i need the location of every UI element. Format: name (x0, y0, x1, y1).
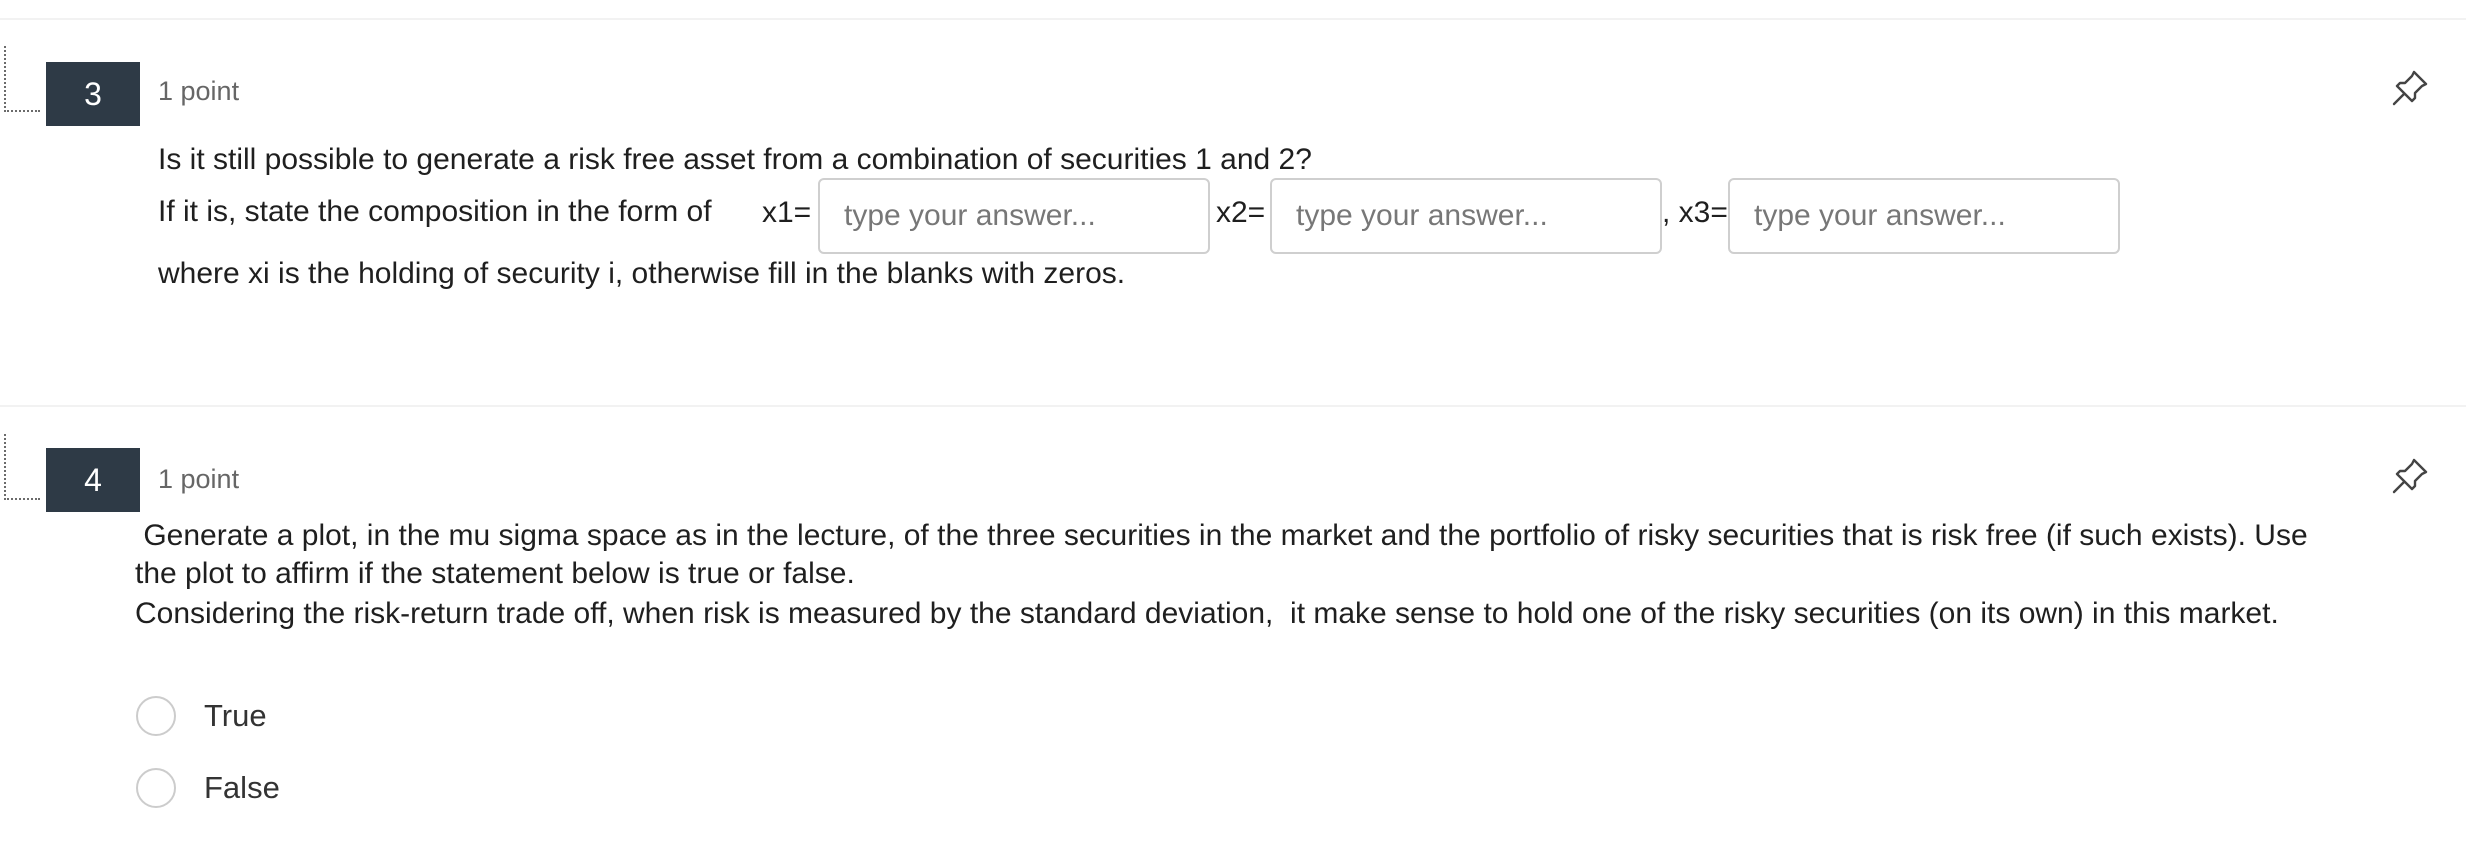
question-4-prompt-line-2: the plot to affirm if the statement belo… (135, 557, 855, 590)
x3-label: , x3= (1662, 196, 1728, 229)
x3-answer-input[interactable] (1728, 178, 2120, 254)
question-4-prompt-line-1: Generate a plot, in the mu sigma space a… (135, 519, 2308, 552)
question-3-prompt-line-2: If it is, state the composition in the f… (158, 195, 712, 228)
question-3-prompt-line-3: where xi is the holding of security i, o… (158, 257, 1126, 290)
pin-icon[interactable] (2388, 66, 2432, 110)
question-points: 1 point (158, 76, 240, 106)
x2-answer-input[interactable] (1270, 178, 1662, 254)
question-divider (0, 405, 2466, 407)
question-points: 1 point (158, 464, 240, 494)
option-label: False (204, 770, 280, 805)
question-4-prompt-line-3: Considering the risk-return trade off, w… (135, 597, 2279, 630)
x2-label: x2= (1216, 196, 1266, 229)
option-label: True (204, 698, 267, 733)
question-divider (0, 18, 2466, 20)
question-marker (4, 434, 40, 500)
question-number-badge: 3 (46, 62, 140, 126)
x1-label: x1= (762, 196, 812, 229)
radio-button[interactable] (136, 696, 176, 736)
option-false[interactable]: False (136, 766, 280, 810)
pin-icon[interactable] (2388, 454, 2432, 498)
question-3-prompt-line-1: Is it still possible to generate a risk … (158, 143, 1312, 176)
option-true[interactable]: True (136, 694, 267, 738)
question-marker (4, 46, 40, 112)
question-number-badge: 4 (46, 448, 140, 512)
x1-answer-input[interactable] (818, 178, 1210, 254)
radio-button[interactable] (136, 768, 176, 808)
